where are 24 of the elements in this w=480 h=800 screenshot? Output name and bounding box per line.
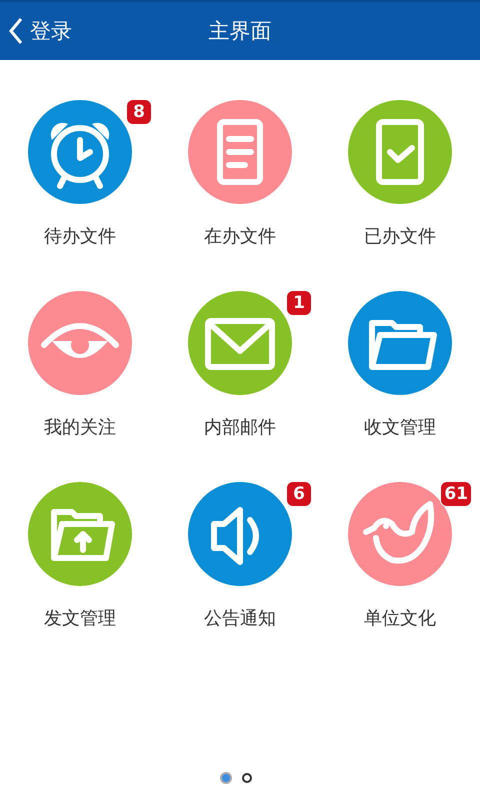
module-label[interactable]: 公告通知: [204, 606, 276, 632]
module-label[interactable]: 发文管理: [44, 606, 116, 632]
document-icon[interactable]: [188, 100, 292, 204]
clock-icon[interactable]: [28, 100, 132, 204]
module-label[interactable]: 待办文件: [44, 224, 116, 250]
module-label[interactable]: 在办文件: [204, 224, 276, 250]
count-badge: 8: [126, 99, 152, 125]
folder-icon[interactable]: [348, 291, 452, 395]
back-button[interactable]: 登录: [0, 11, 72, 51]
module-label[interactable]: 单位文化: [364, 606, 436, 632]
checked-document-icon[interactable]: [348, 100, 452, 204]
eye-icon[interactable]: [28, 291, 132, 395]
count-badge: 1: [286, 290, 312, 316]
count-badge: 6: [286, 481, 312, 507]
screen-title: 主界面: [208, 18, 272, 45]
module-label[interactable]: 内部邮件: [204, 415, 276, 441]
count-badge: 61: [440, 481, 472, 507]
module-label[interactable]: 我的关注: [44, 415, 116, 441]
speaker-icon[interactable]: [188, 482, 292, 586]
folder-upload-icon[interactable]: [28, 482, 132, 586]
module-label[interactable]: 已办文件: [364, 224, 436, 250]
back-chevron-icon: [8, 17, 24, 45]
module-label[interactable]: 收文管理: [364, 415, 436, 441]
envelope-icon[interactable]: [188, 291, 292, 395]
